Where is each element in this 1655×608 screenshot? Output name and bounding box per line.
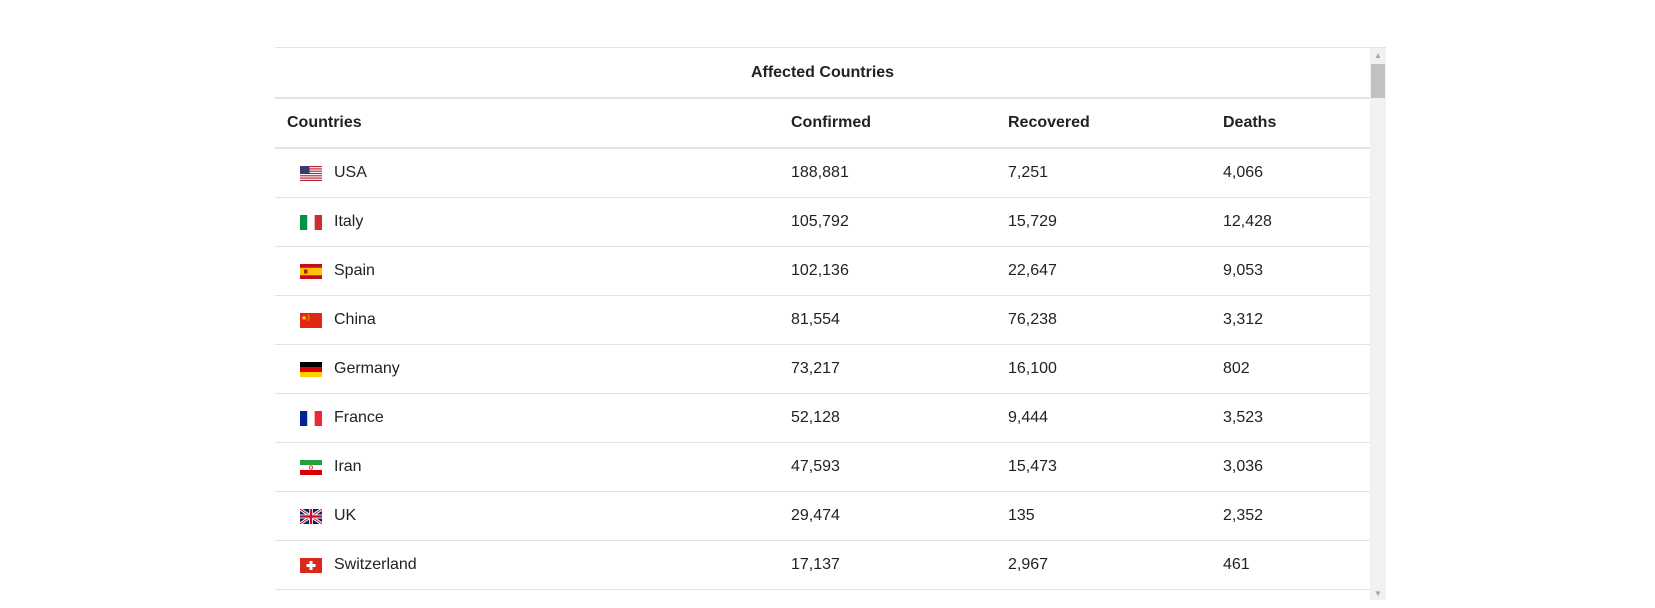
recovered-cell: 16,100 (1008, 360, 1057, 377)
country-name: USA (334, 164, 367, 181)
recovered-cell: 9,444 (1008, 409, 1049, 426)
country-name: Italy (334, 213, 364, 230)
header-recovered: Recovered (1008, 114, 1090, 131)
table-row: Italy 105,792 15,729 12,428 (275, 198, 1370, 247)
deaths-cell: 12,428 (1223, 213, 1272, 230)
country-name: Germany (334, 360, 400, 377)
confirmed-cell: 17,137 (791, 556, 840, 573)
table-row: UK 29,474 135 2,352 (275, 492, 1370, 541)
deaths-cell: 2,352 (1223, 507, 1264, 524)
header-countries: Countries (287, 114, 362, 131)
country-name: Switzerland (334, 556, 417, 573)
table-title: Affected Countries (275, 48, 1370, 99)
country-cell: Italy (300, 198, 363, 246)
table-row: China 81,554 76,238 3,312 (275, 296, 1370, 345)
table-row: Germany 73,217 16,100 802 (275, 345, 1370, 394)
confirmed-cell: 102,136 (791, 262, 849, 279)
table-row: France 52,128 9,444 3,523 (275, 394, 1370, 443)
country-name: France (334, 409, 384, 426)
deaths-cell: 9,053 (1223, 262, 1264, 279)
confirmed-cell: 81,554 (791, 311, 840, 328)
chevron-up-icon[interactable]: ▲ (1370, 48, 1386, 62)
affected-countries-panel: Affected Countries Countries Confirmed R… (275, 47, 1386, 600)
table-row: Iran 47,593 15,473 3,036 (275, 443, 1370, 492)
confirmed-cell: 47,593 (791, 458, 840, 475)
confirmed-cell: 73,217 (791, 360, 840, 377)
recovered-cell: 7,251 (1008, 164, 1049, 181)
deaths-cell: 3,312 (1223, 311, 1264, 328)
germany-flag-icon (300, 361, 322, 377)
table-row: USA 188,881 7,251 4,066 (275, 149, 1370, 198)
deaths-cell: 802 (1223, 360, 1250, 377)
uk-flag-icon (300, 508, 322, 524)
scrollbar-thumb[interactable] (1371, 64, 1385, 98)
france-flag-icon (300, 410, 322, 426)
country-cell: France (300, 394, 384, 442)
country-cell: Spain (300, 247, 375, 295)
recovered-cell: 22,647 (1008, 262, 1057, 279)
table-header-row: Countries Confirmed Recovered Deaths (275, 99, 1370, 149)
country-cell: USA (300, 149, 367, 197)
italy-flag-icon (300, 214, 322, 230)
spain-flag-icon (300, 263, 322, 279)
country-cell: China (300, 296, 376, 344)
country-cell: Switzerland (300, 541, 417, 589)
header-deaths: Deaths (1223, 114, 1277, 131)
affected-countries-table: Affected Countries Countries Confirmed R… (275, 48, 1370, 600)
deaths-cell: 3,523 (1223, 409, 1264, 426)
deaths-cell: 4,066 (1223, 164, 1264, 181)
country-cell: UK (300, 492, 356, 540)
china-flag-icon (300, 312, 322, 328)
confirmed-cell: 105,792 (791, 213, 849, 230)
header-confirmed: Confirmed (791, 114, 871, 131)
us-flag-icon (300, 165, 322, 181)
switzerland-flag-icon (300, 557, 322, 573)
country-name: Iran (334, 458, 362, 475)
vertical-scrollbar[interactable]: ▲ ▼ (1370, 48, 1386, 600)
country-cell: Germany (300, 345, 400, 393)
country-name: China (334, 311, 376, 328)
recovered-cell: 76,238 (1008, 311, 1057, 328)
country-cell: Iran (300, 443, 362, 491)
table-row: Spain 102,136 22,647 9,053 (275, 247, 1370, 296)
confirmed-cell: 29,474 (791, 507, 840, 524)
deaths-cell: 461 (1223, 556, 1250, 573)
iran-flag-icon (300, 459, 322, 475)
recovered-cell: 15,729 (1008, 213, 1057, 230)
confirmed-cell: 52,128 (791, 409, 840, 426)
recovered-cell: 2,967 (1008, 556, 1049, 573)
country-name: UK (334, 507, 357, 524)
recovered-cell: 15,473 (1008, 458, 1057, 475)
confirmed-cell: 188,881 (791, 164, 849, 181)
table-row: Switzerland 17,137 2,967 461 (275, 541, 1370, 590)
deaths-cell: 3,036 (1223, 458, 1264, 475)
chevron-down-icon[interactable]: ▼ (1370, 586, 1386, 600)
country-name: Spain (334, 262, 375, 279)
recovered-cell: 135 (1008, 507, 1035, 524)
